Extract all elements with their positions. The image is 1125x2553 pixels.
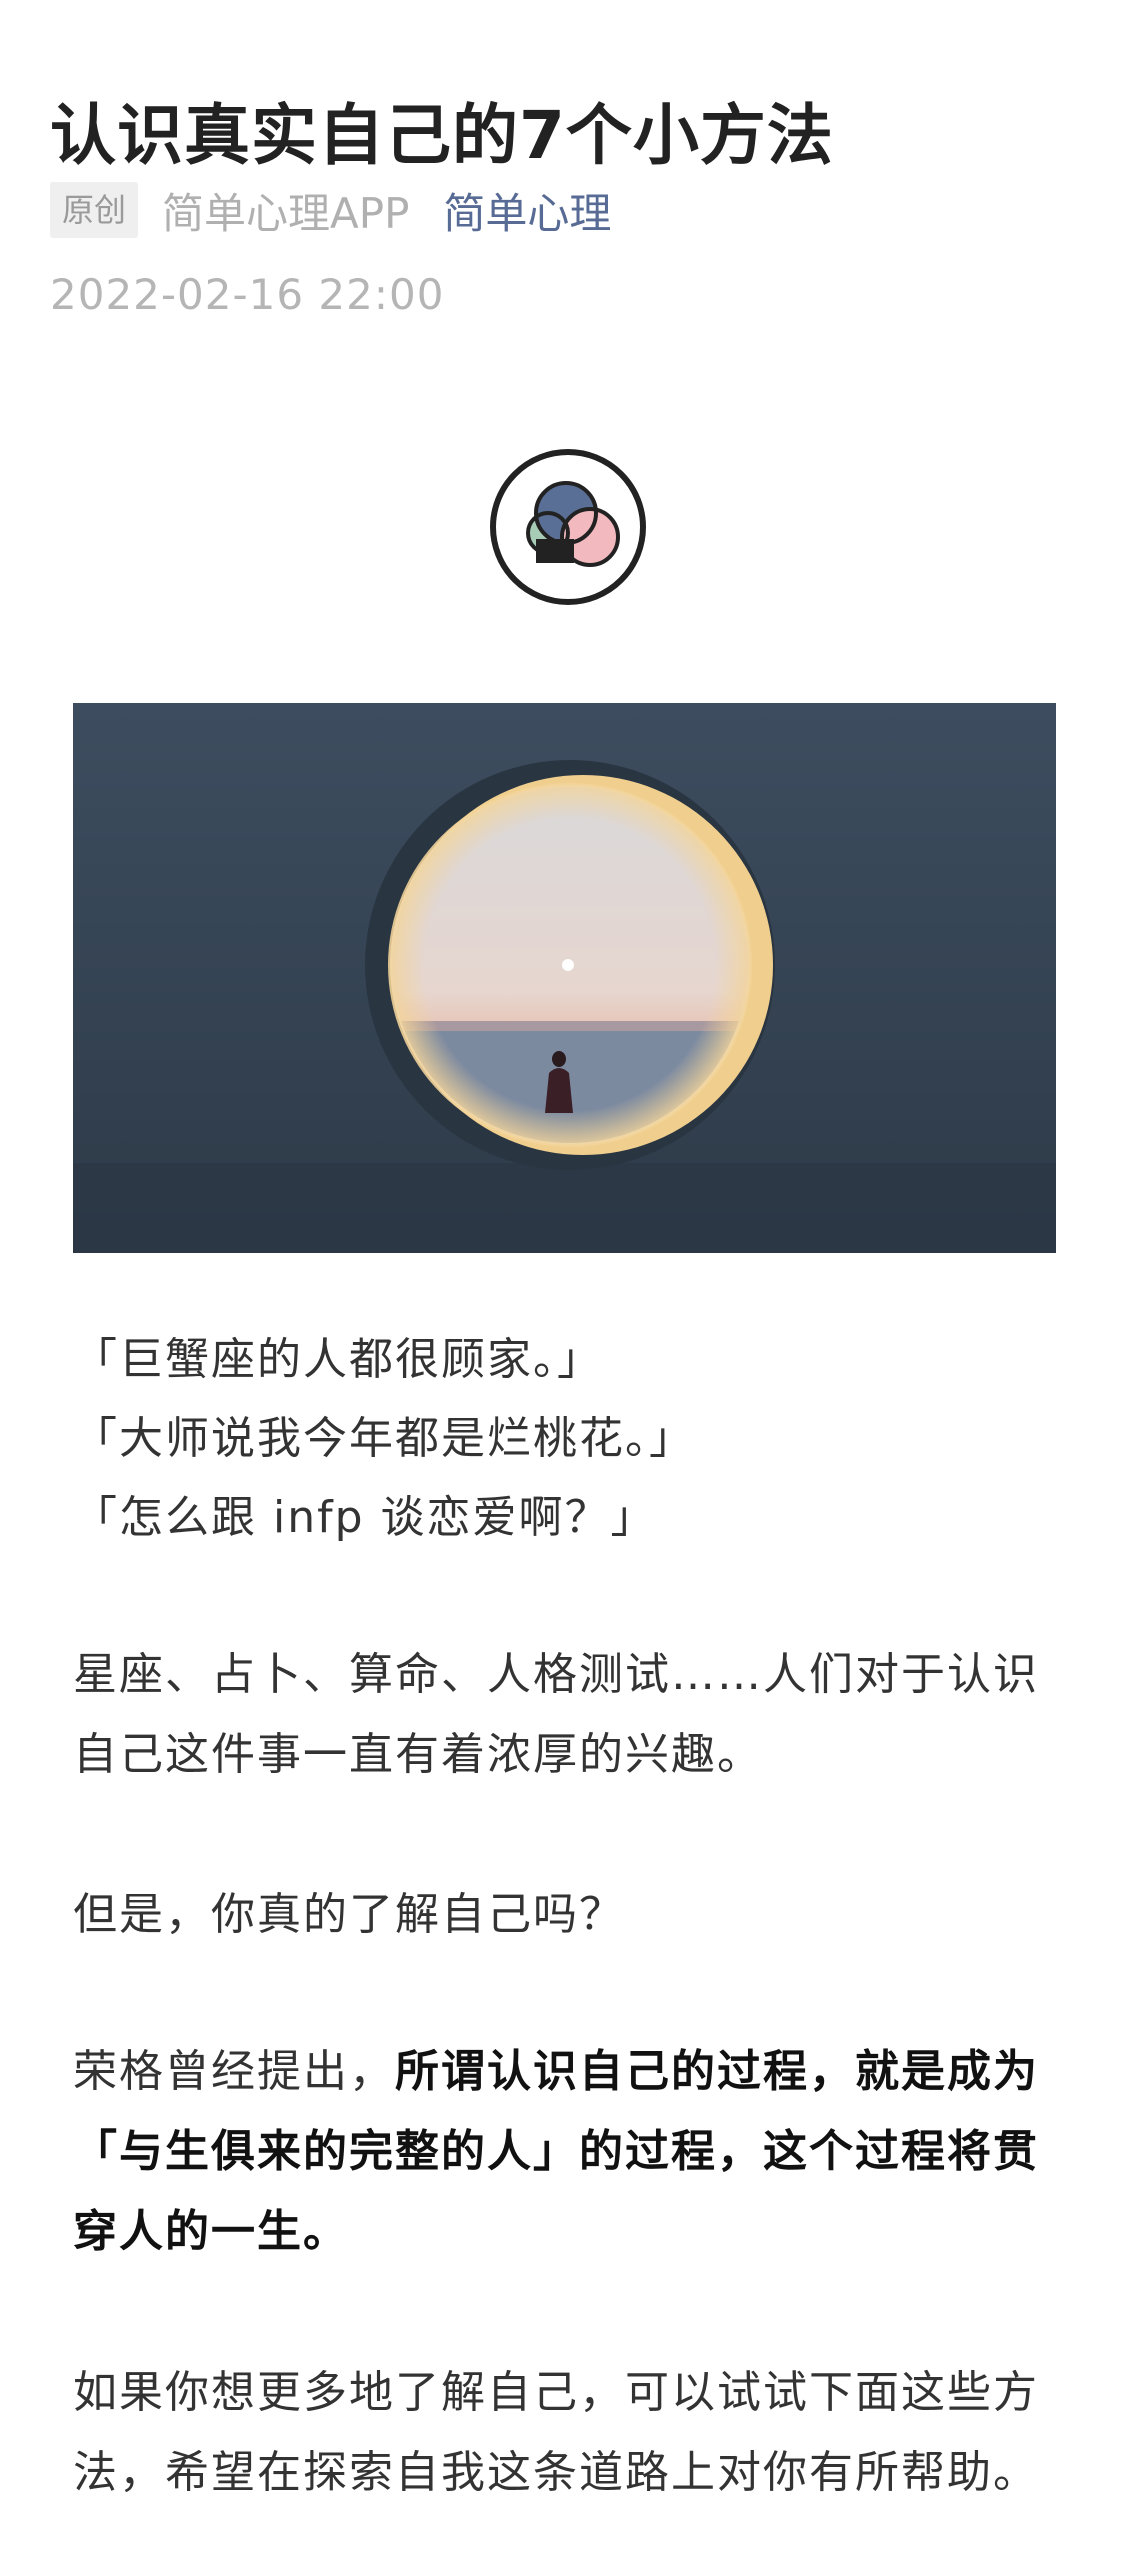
hero-image: [73, 703, 1056, 1253]
source-name: 简单心理APP: [162, 188, 410, 238]
account-link[interactable]: 简单心理: [443, 180, 611, 241]
publish-date: 2022-02-16 22:00: [50, 270, 445, 319]
paragraph-3-intro: 荣格曾经提出，: [73, 2046, 395, 2097]
paragraph-1: 星座、占卜、算命、人格测试……人们对于认识自己这件事一直有着浓厚的兴趣。: [73, 1649, 1039, 1780]
paragraph-2: 但是，你真的了解自己吗？: [73, 1889, 625, 1940]
quote-line-3: 「怎么跟 infp 谈恋爱啊？」: [73, 1492, 657, 1543]
article-title: 认识真实自己的7个小方法: [50, 97, 834, 175]
quote-line-1: 「巨蟹座的人都很顾家。」: [73, 1334, 603, 1385]
quote-line-2: 「大师说我今年都是烂桃花。」: [73, 1413, 695, 1464]
brand-logo-icon: [490, 449, 646, 605]
paragraph-4: 如果你想更多地了解自己，可以试试下面这些方法，希望在探索自我这条道路上对你有所帮…: [73, 2367, 1039, 2498]
paragraph-3: 荣格曾经提出，所谓认识自己的过程，就是成为「与生俱来的完整的人」的过程，这个过程…: [73, 2032, 1058, 2272]
original-badge: 原创: [50, 182, 139, 238]
article-meta: 原创 简单心理APP 简单心理: [50, 180, 611, 240]
